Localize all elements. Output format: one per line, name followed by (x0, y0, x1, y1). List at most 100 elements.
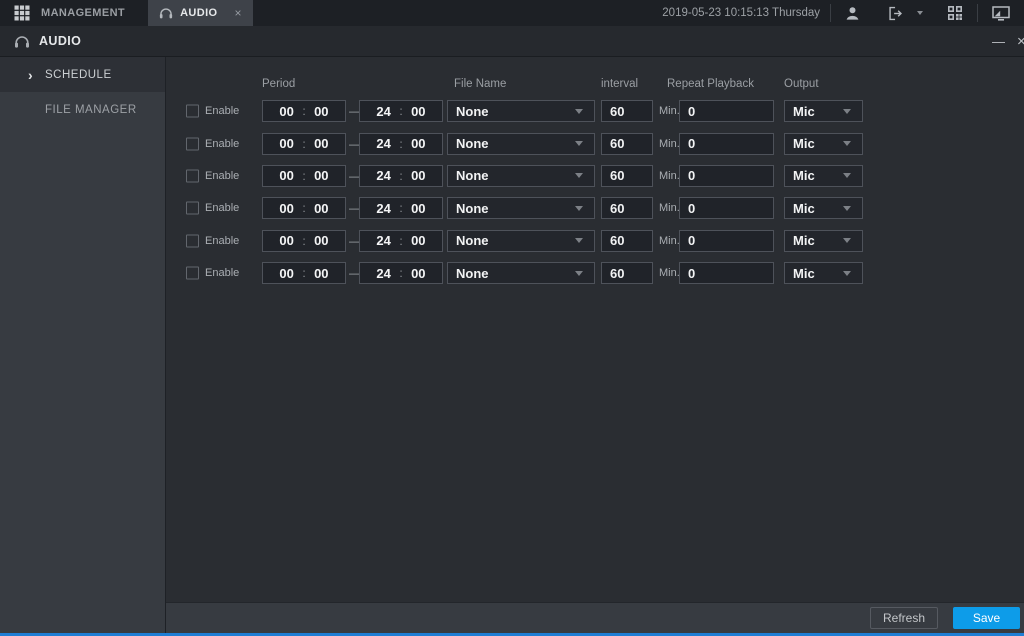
file-name-select[interactable]: None (447, 164, 595, 187)
audio-tab-label: AUDIO (180, 7, 218, 19)
output-value: Mic (793, 200, 815, 216)
period-end-input[interactable]: 24 : 00 (359, 262, 443, 285)
tab-close-icon[interactable]: × (235, 7, 242, 19)
time-colon: : (302, 168, 306, 183)
output-value: Mic (793, 103, 815, 119)
interval-input[interactable] (601, 229, 653, 252)
output-select[interactable]: Mic (784, 164, 863, 187)
start-minute-value[interactable]: 00 (314, 201, 328, 216)
end-hour-value[interactable]: 24 (376, 201, 390, 216)
repeat-playback-input[interactable] (679, 197, 774, 220)
start-hour-value[interactable]: 00 (279, 201, 293, 216)
period-start-input[interactable]: 00 : 00 (262, 100, 346, 123)
end-hour-value[interactable]: 24 (376, 233, 390, 248)
time-colon: : (399, 168, 403, 183)
enable-label: Enable (205, 267, 240, 280)
end-minute-value[interactable]: 00 (411, 201, 425, 216)
end-minute-value[interactable]: 00 (411, 136, 425, 151)
file-name-select[interactable]: None (447, 262, 595, 285)
output-select[interactable]: Mic (784, 100, 863, 123)
enable-checkbox[interactable] (186, 137, 199, 151)
save-button[interactable]: Save (953, 607, 1020, 629)
repeat-playback-input[interactable] (679, 100, 774, 123)
repeat-playback-input[interactable] (679, 262, 774, 285)
file-name-select[interactable]: None (447, 229, 595, 252)
file-name-select[interactable]: None (447, 100, 595, 123)
start-hour-value[interactable]: 00 (279, 168, 293, 183)
user-icon[interactable] (831, 0, 874, 26)
period-end-input[interactable]: 24 : 00 (359, 100, 443, 123)
period-start-input[interactable]: 00 : 00 (262, 197, 346, 220)
end-hour-value[interactable]: 24 (376, 104, 390, 119)
period-end-input[interactable]: 24 : 00 (359, 229, 443, 252)
minimize-icon[interactable]: — (992, 34, 1005, 49)
audio-tab[interactable]: AUDIO × (148, 0, 253, 26)
interval-input[interactable] (601, 132, 653, 155)
enable-checkbox[interactable] (186, 234, 199, 248)
start-minute-value[interactable]: 00 (314, 104, 328, 119)
time-colon: : (399, 104, 403, 119)
period-start-input[interactable]: 00 : 00 (262, 229, 346, 252)
end-minute-value[interactable]: 00 (411, 266, 425, 281)
enable-checkbox[interactable] (186, 266, 199, 280)
repeat-playback-input[interactable] (679, 132, 774, 155)
interval-input[interactable] (601, 164, 653, 187)
period-separator: — (349, 266, 361, 281)
file-name-value: None (456, 103, 489, 119)
page-title: AUDIO (39, 34, 82, 48)
schedule-table-header: Period File Name interval Repeat Playbac… (166, 57, 1024, 95)
chevron-down-icon (843, 205, 851, 211)
end-minute-value[interactable]: 00 (411, 104, 425, 119)
file-name-select[interactable]: None (447, 132, 595, 155)
enable-checkbox[interactable] (186, 201, 199, 215)
end-minute-value[interactable]: 00 (411, 168, 425, 183)
start-minute-value[interactable]: 00 (314, 233, 328, 248)
start-hour-value[interactable]: 00 (279, 104, 293, 119)
end-hour-value[interactable]: 24 (376, 136, 390, 151)
repeat-playback-input[interactable] (679, 229, 774, 252)
sidebar-item-file-manager[interactable]: FILE MANAGER (0, 92, 165, 127)
output-select[interactable]: Mic (784, 132, 863, 155)
qr-code-icon[interactable] (933, 0, 977, 26)
time-colon: : (302, 233, 306, 248)
start-minute-value[interactable]: 00 (314, 168, 328, 183)
management-tab[interactable]: MANAGEMENT (0, 0, 148, 26)
app-grid-icon[interactable] (14, 5, 30, 21)
end-hour-value[interactable]: 24 (376, 266, 390, 281)
period-start-input[interactable]: 00 : 00 (262, 132, 346, 155)
start-hour-value[interactable]: 00 (279, 233, 293, 248)
start-hour-value[interactable]: 00 (279, 136, 293, 151)
output-value: Mic (793, 233, 815, 249)
logout-icon[interactable] (874, 0, 912, 26)
min-unit-label: Min. (659, 169, 680, 182)
enable-checkbox[interactable] (186, 169, 199, 183)
interval-input[interactable] (601, 262, 653, 285)
start-minute-value[interactable]: 00 (314, 266, 328, 281)
start-hour-value[interactable]: 00 (279, 266, 293, 281)
period-start-input[interactable]: 00 : 00 (262, 262, 346, 285)
output-select[interactable]: Mic (784, 197, 863, 220)
display-icon[interactable] (978, 0, 1024, 26)
output-select[interactable]: Mic (784, 262, 863, 285)
start-minute-value[interactable]: 00 (314, 136, 328, 151)
period-start-input[interactable]: 00 : 00 (262, 164, 346, 187)
output-select[interactable]: Mic (784, 229, 863, 252)
end-minute-value[interactable]: 00 (411, 233, 425, 248)
logout-dropdown-caret-icon[interactable] (917, 11, 923, 15)
enable-label: Enable (205, 202, 240, 215)
chevron-down-icon (575, 270, 583, 276)
repeat-playback-input[interactable] (679, 164, 774, 187)
period-end-input[interactable]: 24 : 00 (359, 197, 443, 220)
close-icon[interactable]: × (1017, 33, 1024, 50)
refresh-button[interactable]: Refresh (870, 607, 938, 629)
file-name-value: None (456, 168, 489, 184)
period-end-input[interactable]: 24 : 00 (359, 164, 443, 187)
interval-input[interactable] (601, 100, 653, 123)
file-name-select[interactable]: None (447, 197, 595, 220)
enable-checkbox[interactable] (186, 104, 199, 118)
schedule-row: Enable 00 : 00 — 24 : 00 None Min. Mic (166, 95, 1024, 127)
sidebar-item-schedule[interactable]: › SCHEDULE (0, 57, 165, 92)
end-hour-value[interactable]: 24 (376, 168, 390, 183)
interval-input[interactable] (601, 197, 653, 220)
period-end-input[interactable]: 24 : 00 (359, 132, 443, 155)
